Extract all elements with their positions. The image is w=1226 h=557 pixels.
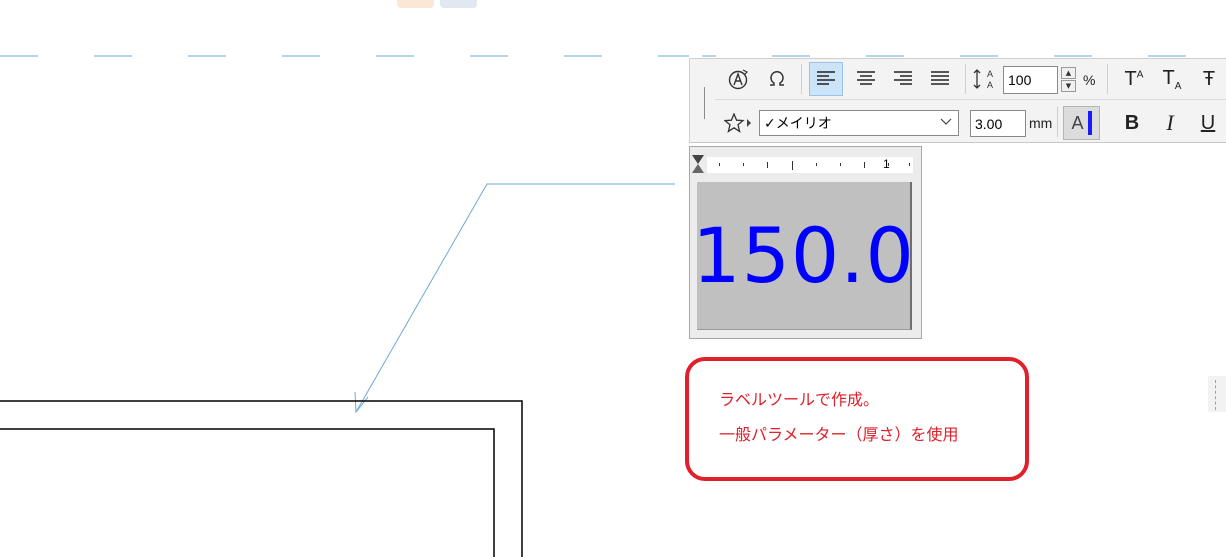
spin-down-button[interactable]: ▼ bbox=[1061, 80, 1076, 92]
italic-icon: I bbox=[1166, 110, 1174, 135]
omega-special-character-icon[interactable] bbox=[760, 62, 794, 96]
strikethrough-icon: Ŧ bbox=[1202, 67, 1216, 90]
chevron-down-icon bbox=[940, 115, 952, 131]
font-family-select[interactable]: ✓メイリオ bbox=[759, 110, 959, 136]
line-spacing-unit: % bbox=[1083, 72, 1096, 88]
wall-outline-inner bbox=[0, 428, 495, 557]
wall-outline-outer bbox=[0, 400, 523, 557]
superscript-button[interactable]: TATA bbox=[1117, 62, 1151, 96]
align-right-icon[interactable] bbox=[886, 62, 920, 96]
subscript-icon: TATA bbox=[1162, 66, 1182, 92]
align-center-icon[interactable] bbox=[849, 62, 883, 96]
text-style-icon[interactable] bbox=[721, 62, 755, 96]
annotation-line-2: 一般パラメーター（厚さ）を使用 bbox=[719, 425, 959, 444]
favorites-star-icon[interactable] bbox=[721, 106, 757, 140]
italic-button[interactable]: I bbox=[1153, 106, 1187, 140]
text-size-input[interactable]: 3.00 bbox=[970, 110, 1026, 137]
dashed-marker bbox=[1215, 380, 1216, 410]
annotation-line-1: ラベルツールで作成。 bbox=[719, 390, 880, 409]
text-color-icon: A bbox=[1071, 112, 1084, 133]
label-leader-line bbox=[355, 183, 675, 413]
line-spacing-icon: A A bbox=[969, 62, 1001, 96]
svg-text:A: A bbox=[987, 80, 993, 90]
subscript-button[interactable]: TATA bbox=[1155, 62, 1189, 96]
hourglass-indent-icon[interactable] bbox=[691, 154, 705, 178]
text-size-unit: mm bbox=[1029, 115, 1053, 131]
spin-up-button[interactable]: ▲ bbox=[1061, 67, 1076, 79]
align-left-icon[interactable] bbox=[809, 62, 843, 96]
annotation-callout bbox=[685, 357, 1029, 481]
align-justify-icon[interactable] bbox=[923, 62, 957, 96]
superscript-icon: TATA bbox=[1124, 67, 1144, 90]
side-panel-handle[interactable] bbox=[1208, 376, 1226, 412]
label-text-preview[interactable]: 150.0 bbox=[692, 182, 914, 330]
underline-button[interactable]: U bbox=[1191, 106, 1225, 140]
bold-button[interactable]: B bbox=[1115, 106, 1149, 140]
svg-text:A: A bbox=[987, 69, 993, 79]
strikethrough-button[interactable]: Ŧ bbox=[1192, 62, 1226, 96]
line-spacing-input[interactable]: 100 bbox=[1003, 66, 1058, 94]
toolbar-grip[interactable] bbox=[704, 87, 705, 119]
text-color-button[interactable]: A bbox=[1063, 106, 1100, 140]
color-swatch bbox=[1087, 111, 1092, 135]
label-value-text: 150.0 bbox=[692, 210, 915, 300]
ruler-number: 1 bbox=[883, 157, 890, 171]
underline-icon: U bbox=[1200, 111, 1216, 134]
font-family-value: ✓メイリオ bbox=[764, 116, 832, 132]
toolbar-row-divider bbox=[715, 99, 1226, 100]
bold-icon: B bbox=[1124, 111, 1140, 134]
